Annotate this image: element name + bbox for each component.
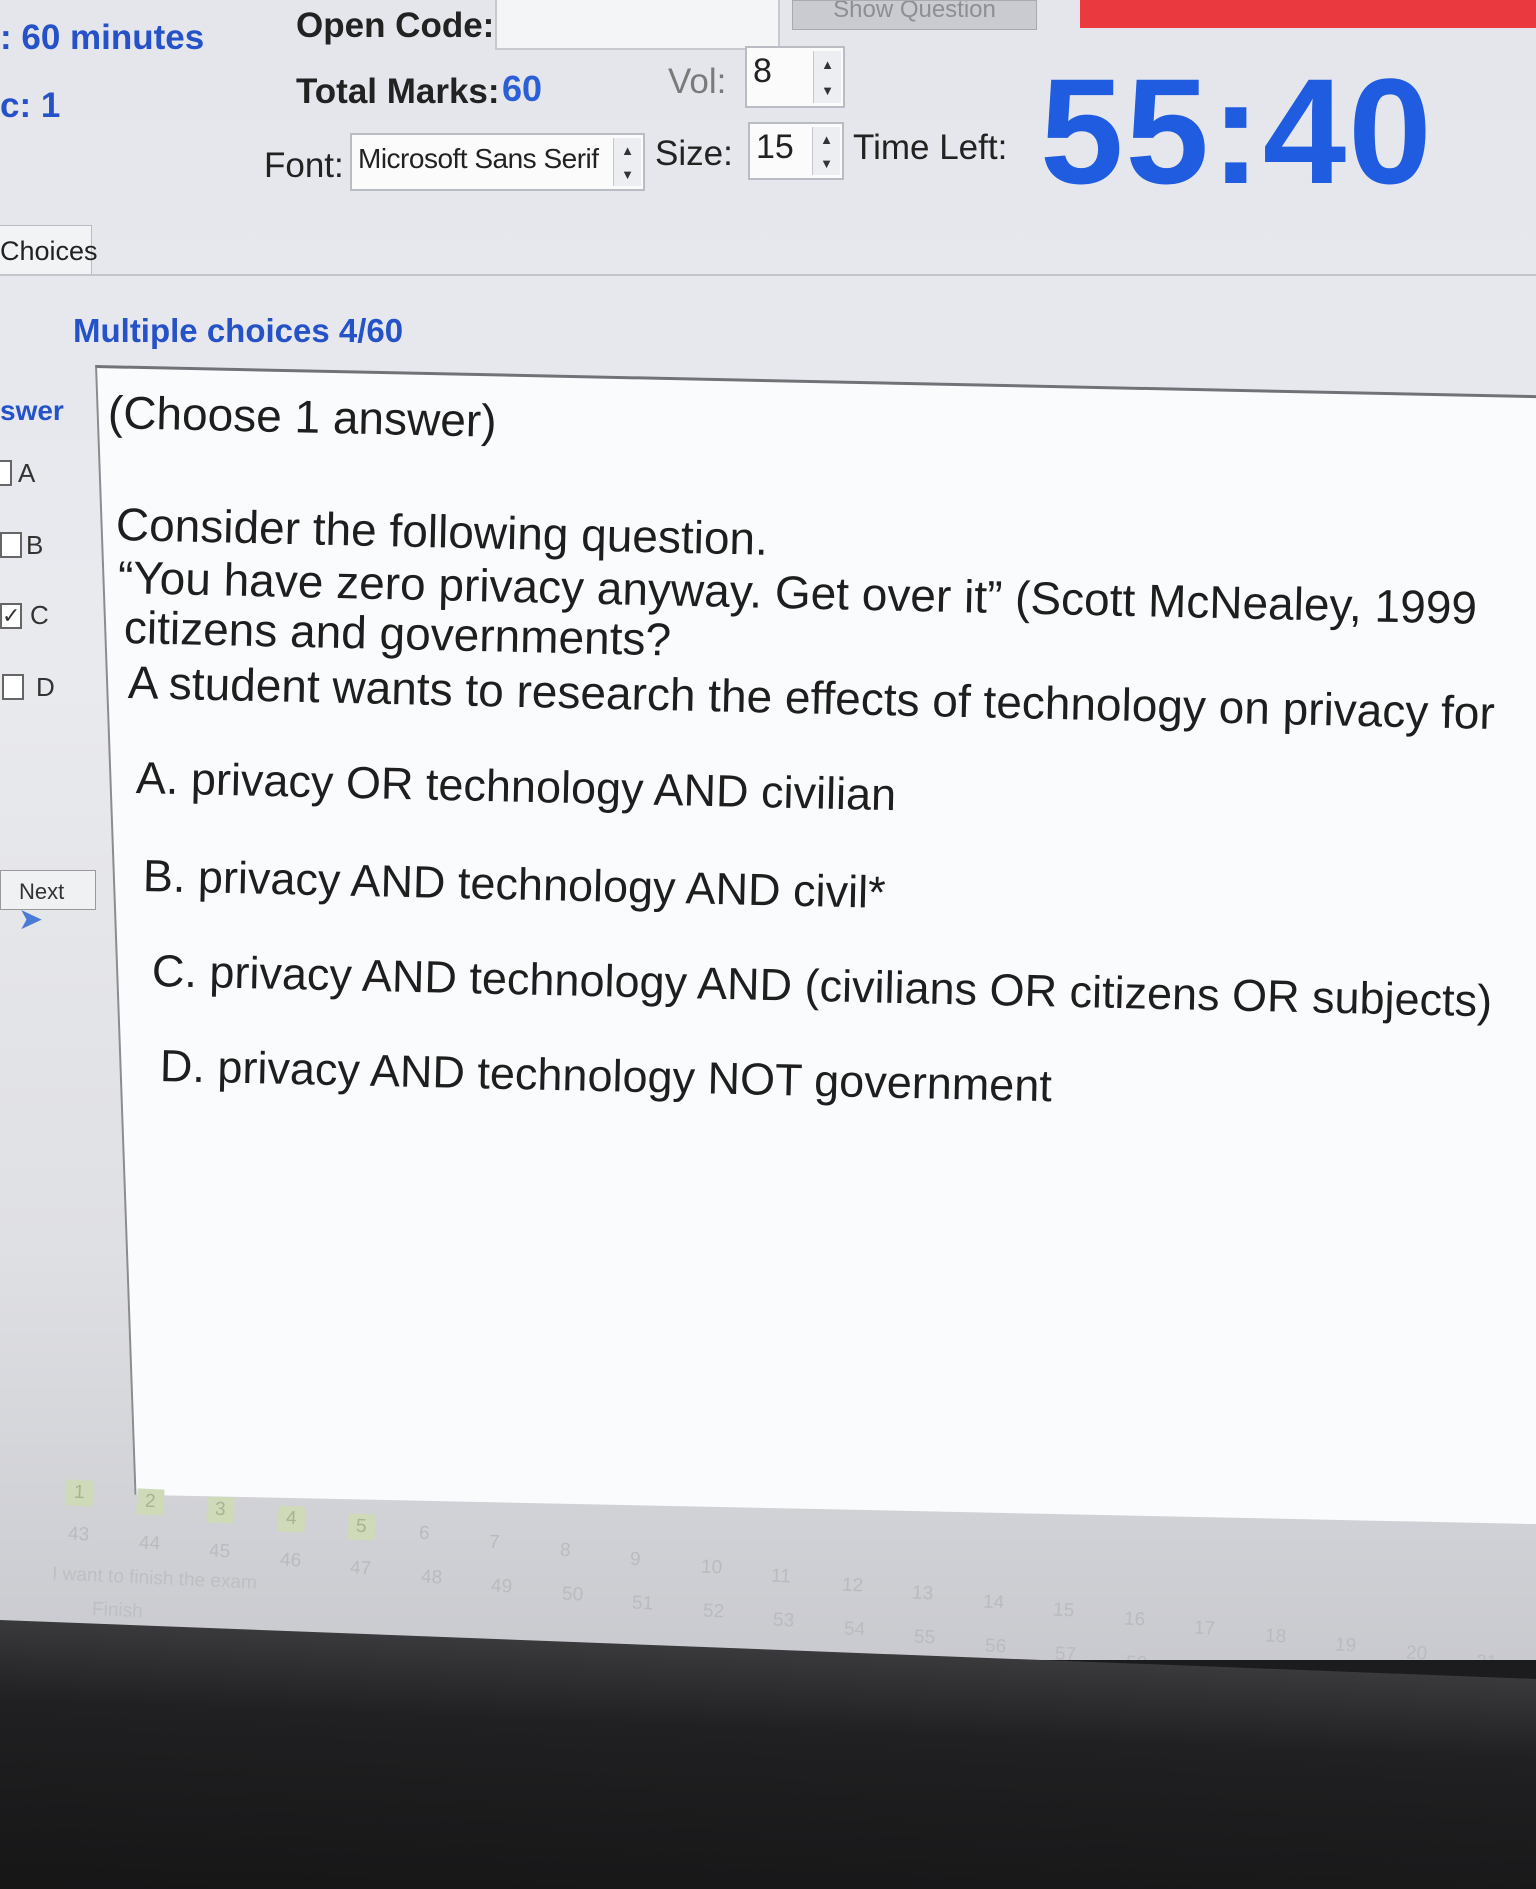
show-question-button[interactable]: Show Question xyxy=(792,0,1037,30)
question-nav-47[interactable]: 47 xyxy=(350,1558,372,1581)
size-stepper-arrows[interactable]: ▲ ▼ xyxy=(812,127,840,175)
arrow-down-icon[interactable]: ▼ xyxy=(821,84,834,97)
question-nav-6[interactable]: 6 xyxy=(418,1523,430,1545)
question-nav-1[interactable]: 1 xyxy=(65,1479,94,1507)
next-button[interactable]: Next xyxy=(0,870,96,910)
font-select[interactable]: Microsoft Sans Serif ▲ ▼ xyxy=(350,133,645,191)
question-nav-46[interactable]: 46 xyxy=(279,1549,301,1572)
answer-label: swer xyxy=(0,395,64,426)
question-nav-45[interactable]: 45 xyxy=(209,1541,231,1564)
question-nav-48[interactable]: 48 xyxy=(420,1567,442,1590)
question-nav-21[interactable]: 21 xyxy=(1476,1652,1498,1660)
question-nav-8[interactable]: 8 xyxy=(559,1540,571,1562)
question-nav-49[interactable]: 49 xyxy=(491,1575,513,1598)
answer-checkbox-b[interactable] xyxy=(0,532,22,558)
question-nav-53[interactable]: 53 xyxy=(773,1610,795,1633)
alert-bar xyxy=(1080,0,1536,28)
open-code-label: Open Code: xyxy=(296,6,495,45)
font-label: Font: xyxy=(264,146,344,185)
question-instruction: (Choose 1 answer) xyxy=(107,386,498,447)
question-nav-19[interactable]: 19 xyxy=(1335,1634,1357,1657)
question-nav-43[interactable]: 43 xyxy=(68,1524,90,1547)
question-nav-20[interactable]: 20 xyxy=(1405,1643,1427,1660)
question-nav-5[interactable]: 5 xyxy=(347,1513,376,1541)
vol-label: Vol: xyxy=(668,62,727,101)
time-left-label: Time Left: xyxy=(853,128,1008,167)
size-label: Size: xyxy=(655,134,733,173)
question-nav-2[interactable]: 2 xyxy=(135,1488,164,1516)
answer-label-c: C xyxy=(30,600,49,630)
arrow-down-icon[interactable]: ▼ xyxy=(621,168,634,181)
question-nav-58[interactable]: 58 xyxy=(1125,1653,1147,1660)
question-nav-12[interactable]: 12 xyxy=(841,1574,863,1597)
question-nav-7[interactable]: 7 xyxy=(489,1531,501,1553)
finish-exam-checkbox-label[interactable]: I want to finish the exam xyxy=(52,1563,258,1594)
size-stepper[interactable]: 15 ▲ ▼ xyxy=(748,122,844,180)
monitor-bezel xyxy=(0,1620,1536,1889)
finish-button[interactable]: Finish xyxy=(92,1599,144,1623)
question-nav-17[interactable]: 17 xyxy=(1194,1617,1216,1640)
vol-value: 8 xyxy=(753,52,772,90)
exam-duration: : 60 minutes xyxy=(0,18,205,57)
section-title: Multiple choices 4/60 xyxy=(73,312,404,349)
answer-checkbox-a[interactable] xyxy=(0,460,12,486)
question-nav-51[interactable]: 51 xyxy=(632,1592,654,1615)
answer-label-d: D xyxy=(36,672,55,702)
answer-checkbox-c[interactable]: ✓ xyxy=(0,603,22,629)
check-icon: ✓ xyxy=(2,603,21,628)
question-nav-52[interactable]: 52 xyxy=(702,1601,724,1624)
question-nav-18[interactable]: 18 xyxy=(1264,1626,1286,1649)
question-nav-16[interactable]: 16 xyxy=(1123,1609,1145,1632)
answer-label-a: A xyxy=(18,458,36,488)
arrow-up-icon[interactable]: ▲ xyxy=(820,133,833,146)
question-nav-11[interactable]: 11 xyxy=(771,1566,792,1589)
question-nav-10[interactable]: 10 xyxy=(700,1557,722,1580)
arrow-up-icon[interactable]: ▲ xyxy=(821,58,834,71)
total-marks-value: 60 xyxy=(502,68,543,109)
question-nav-54[interactable]: 54 xyxy=(843,1618,865,1641)
question-nav-14[interactable]: 14 xyxy=(982,1591,1004,1614)
question-nav-3[interactable]: 3 xyxy=(206,1496,235,1524)
question-nav-4[interactable]: 4 xyxy=(276,1505,305,1533)
arrow-down-icon[interactable]: ▼ xyxy=(820,157,833,170)
question-nav-50[interactable]: 50 xyxy=(561,1584,583,1607)
attempt-number: c: 1 xyxy=(0,86,61,125)
question-nav-13[interactable]: 13 xyxy=(912,1583,934,1606)
question-nav-56[interactable]: 56 xyxy=(984,1635,1006,1658)
question-nav-9[interactable]: 9 xyxy=(630,1549,642,1571)
font-select-arrows[interactable]: ▲ ▼ xyxy=(613,138,641,186)
mouse-cursor-icon: ➤ xyxy=(18,903,44,936)
answer-checkbox-d[interactable] xyxy=(2,674,24,700)
vol-stepper[interactable]: 8 ▲ ▼ xyxy=(745,46,845,108)
question-nav-44[interactable]: 44 xyxy=(138,1532,160,1555)
total-marks-label: Total Marks: xyxy=(296,72,500,111)
arrow-up-icon[interactable]: ▲ xyxy=(621,144,634,157)
tab-choices[interactable]: Choices xyxy=(0,225,98,275)
tab-divider xyxy=(0,274,1536,276)
answer-label-b: B xyxy=(26,530,44,560)
open-code-input[interactable] xyxy=(495,0,780,50)
exam-screen: : 60 minutes Open Code: Show Question c:… xyxy=(0,0,1536,1660)
question-nav-55[interactable]: 55 xyxy=(914,1627,936,1650)
question-nav-57[interactable]: 57 xyxy=(1055,1644,1077,1660)
size-value: 15 xyxy=(756,128,794,166)
font-value: Microsoft Sans Serif xyxy=(358,143,599,174)
vol-stepper-arrows[interactable]: ▲ ▼ xyxy=(813,51,841,103)
time-left-value: 55:40 xyxy=(1040,47,1434,215)
question-nav-15[interactable]: 15 xyxy=(1053,1600,1075,1623)
